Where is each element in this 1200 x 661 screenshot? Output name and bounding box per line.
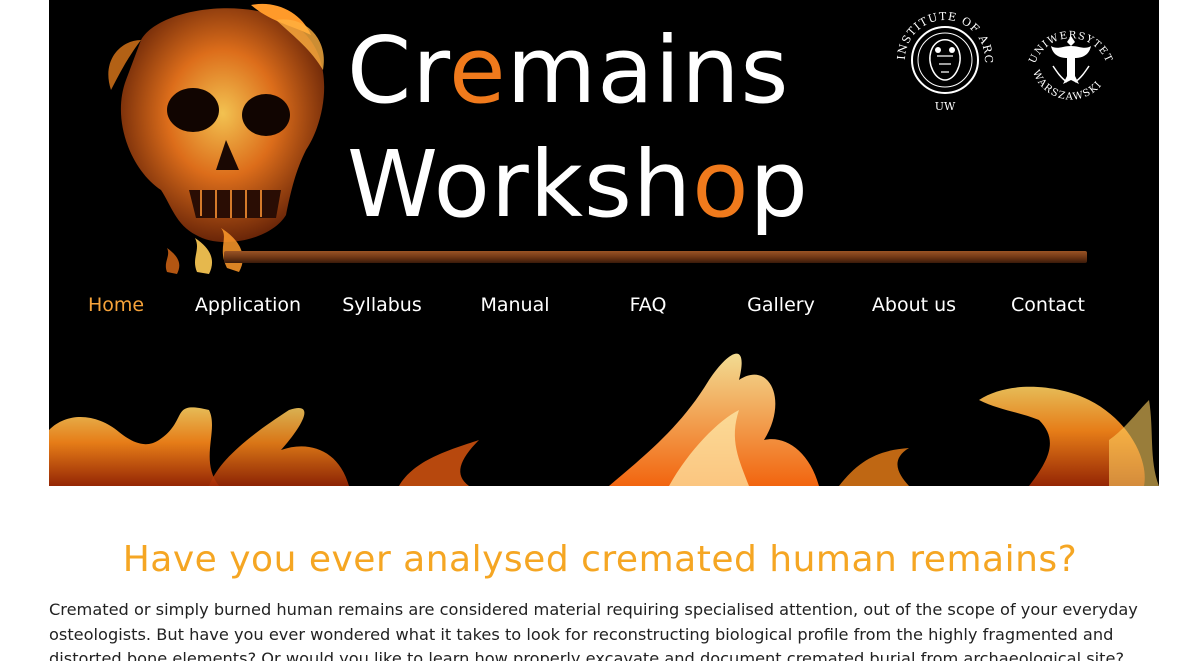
svg-text:UW: UW [935, 100, 956, 113]
header-banner: Cremains Workshop INSTITUTE OF ARCHAEOLO… [49, 0, 1159, 486]
intro-paragraph: Cremated or simply burned human remains … [49, 600, 1138, 661]
nav-item-faq[interactable]: FAQ [617, 286, 679, 324]
brand-line-workshop: Workshop [347, 131, 809, 238]
nav-item-application[interactable]: Application [185, 286, 311, 324]
nav-item-syllabus[interactable]: Syllabus [334, 286, 430, 324]
site-logo-text[interactable]: Cremains Workshop [347, 14, 867, 242]
fire-flames-image [49, 353, 1159, 486]
university-of-warsaw-seal-logo[interactable]: UNIWERSYTET WARSZAWSKI [1017, 6, 1125, 114]
nav-item-home[interactable]: Home [77, 286, 155, 324]
nav-item-contact[interactable]: Contact [1004, 286, 1092, 324]
institute-of-archaeology-seal-logo[interactable]: INSTITUTE OF ARCHAEOLOGY UW [891, 6, 999, 114]
nav-item-gallery[interactable]: Gallery [739, 286, 823, 324]
page-heading: Have you ever analysed cremated human re… [122, 539, 1078, 580]
matchstick-divider [224, 251, 1087, 263]
nav-item-about-us[interactable]: About us [864, 286, 964, 324]
main-nav: Home Application Syllabus Manual FAQ Gal… [49, 286, 1159, 324]
brand-line-cremains: Cremains [347, 17, 790, 124]
nav-item-manual[interactable]: Manual [469, 286, 561, 324]
